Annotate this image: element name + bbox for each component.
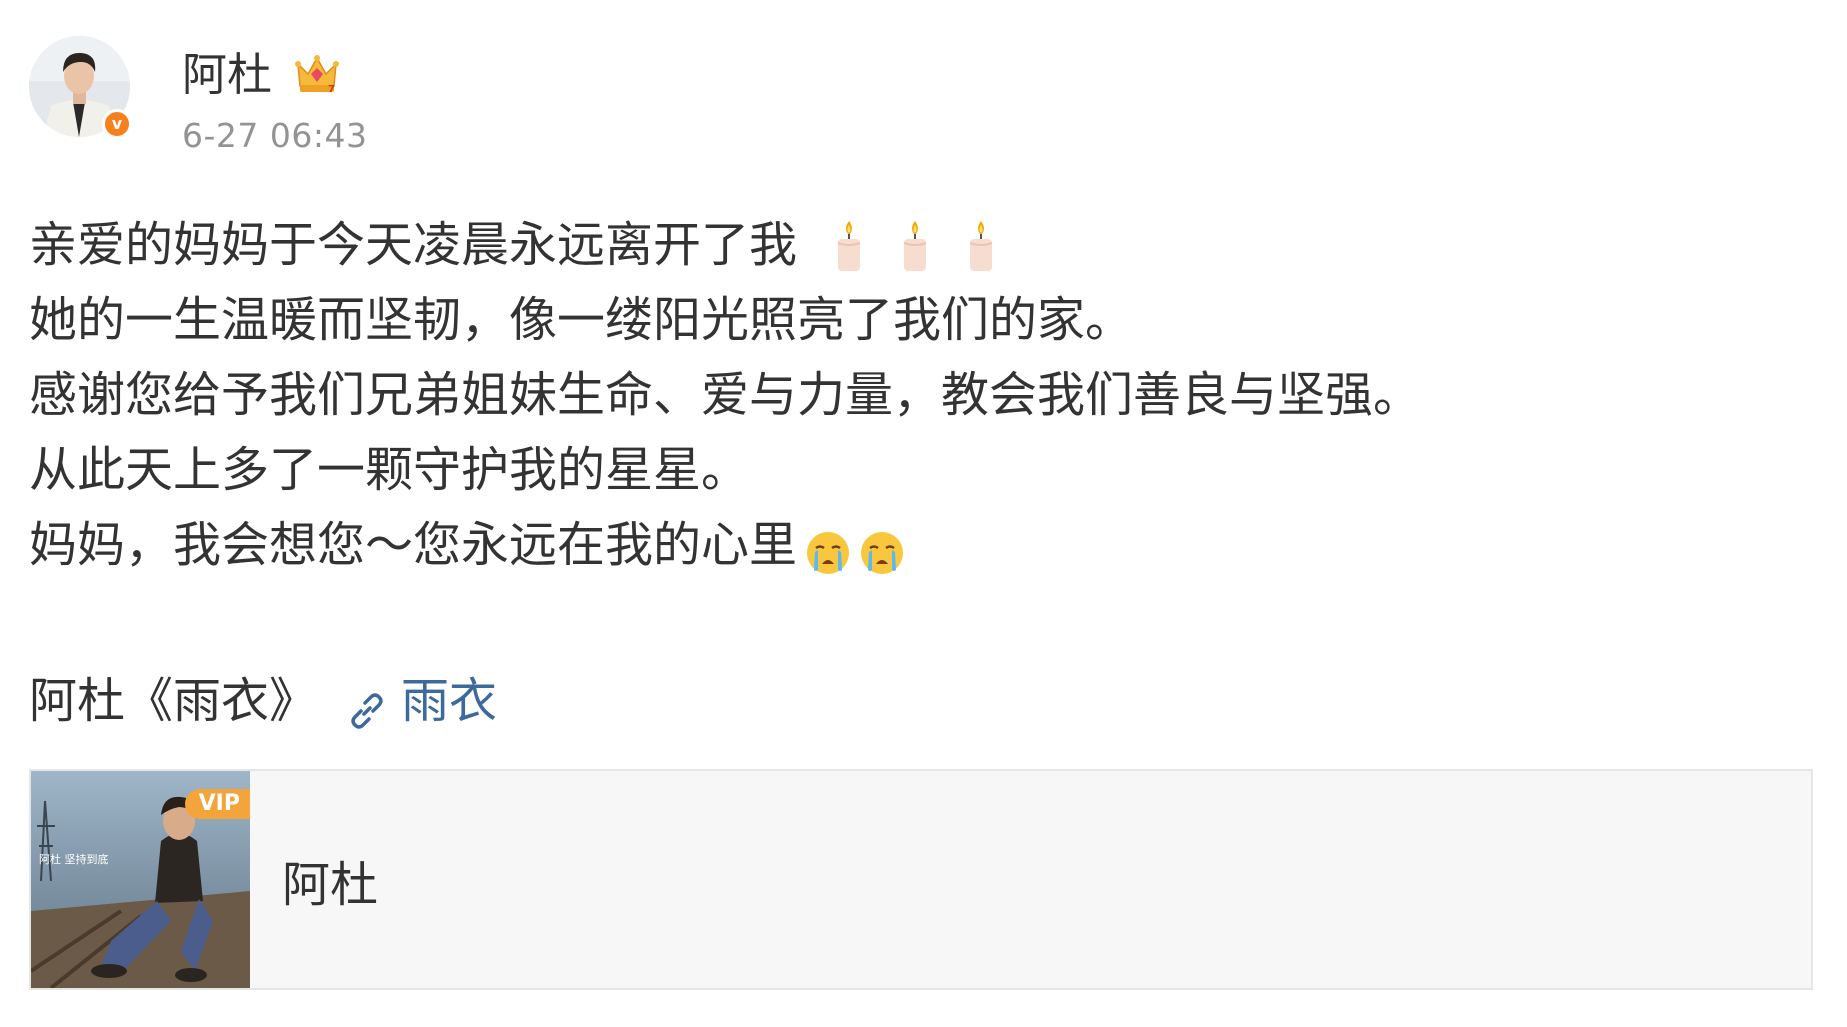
post-meta: 阿杜 7 6-27 06:43 (182, 36, 368, 155)
link-icon[interactable] (345, 680, 389, 729)
post-line-2: 她的一生温暖而坚韧，像一缕阳光照亮了我们的家。 (29, 292, 1134, 348)
svg-text:7: 7 (328, 84, 335, 95)
post-line-4: 从此天上多了一颗守护我的星星。 (29, 442, 750, 498)
candle-icon (901, 219, 929, 273)
post-line-5: 妈妈，我会想您～您永远在我的心里 (29, 508, 1809, 583)
music-card[interactable]: 阿杜 坚持到底 VIP 阿杜 (29, 769, 1813, 990)
crown-icon[interactable]: 7 (294, 52, 340, 98)
post-line-3: 感谢您给予我们兄弟姐妹生命、爱与力量，教会我们善良与坚强。 (29, 367, 1422, 423)
crying-face-icon (859, 523, 905, 574)
post-header: v 阿杜 7 6-27 06:43 (29, 36, 368, 156)
candle-icon (967, 219, 995, 273)
post-line-1: 亲爱的妈妈于今天凌晨永远离开了我 (29, 208, 1809, 283)
crying-face-icon (805, 523, 851, 574)
author-name[interactable]: 阿杜 (182, 46, 272, 104)
vip-badge: VIP (184, 789, 250, 819)
album-cover[interactable]: 阿杜 坚持到底 VIP (31, 771, 250, 988)
post-line-text: 妈妈，我会想您～您永远在我的心里 (29, 517, 798, 573)
name-row: 阿杜 7 (182, 46, 368, 104)
album-cover-text: 阿杜 坚持到底 (39, 852, 109, 866)
verified-v-icon: v (102, 109, 132, 139)
music-line-text: 阿杜《雨衣》 (29, 673, 318, 729)
post-body: 亲爱的妈妈于今天凌晨永远离开了我 她的一生温暖而坚韧，像一缕阳光照亮了我们的家。… (29, 208, 1809, 583)
avatar-wrap[interactable]: v (29, 36, 132, 139)
music-line: 阿杜《雨衣》 雨衣 (29, 664, 497, 739)
card-artist-name[interactable]: 阿杜 (282, 845, 378, 915)
music-link[interactable]: 雨衣 (401, 664, 497, 739)
post-time[interactable]: 6-27 06:43 (182, 116, 368, 155)
post-line-text: 亲爱的妈妈于今天凌晨永远离开了我 (29, 217, 798, 273)
candle-icon (835, 219, 863, 273)
